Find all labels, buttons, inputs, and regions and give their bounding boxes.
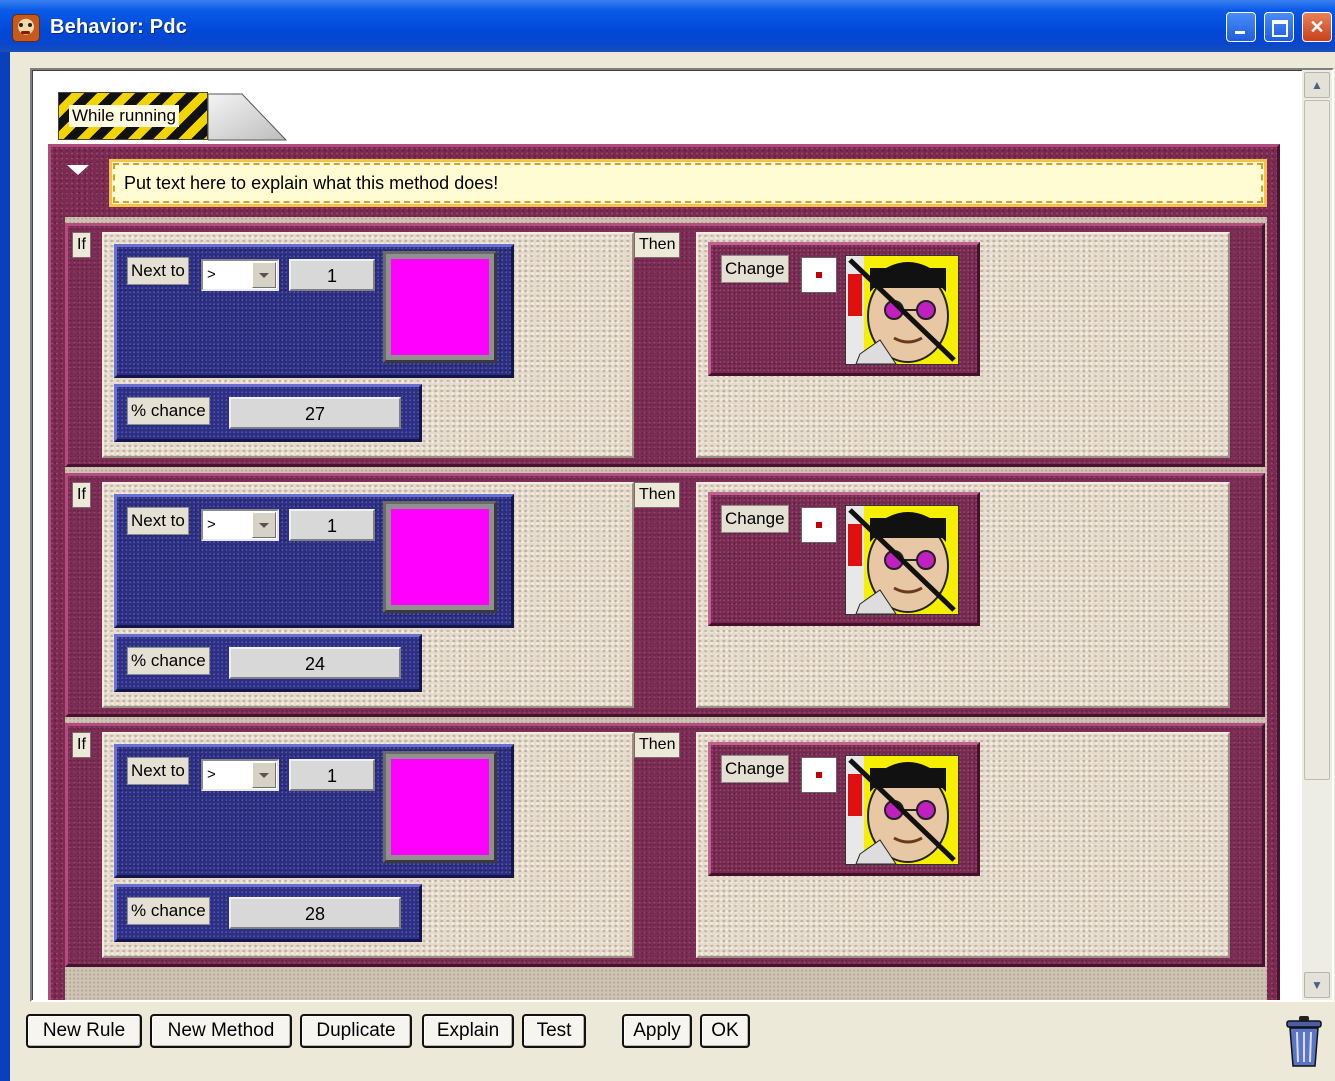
rule[interactable]: If Next to > 1 — [65, 473, 1265, 717]
chance-label: % chance — [127, 897, 210, 925]
rules-list: If Next to > 1 % chance 27 Then Change I… — [65, 217, 1267, 1000]
agent-with-sunglasses-icon[interactable] — [845, 755, 959, 865]
change-action[interactable]: Change — [708, 742, 980, 876]
change-label: Change — [721, 755, 789, 783]
change-label: Change — [721, 255, 789, 283]
duplicate-button[interactable]: Duplicate — [300, 1014, 412, 1048]
chance-condition[interactable]: % chance 27 — [114, 384, 422, 442]
chance-condition[interactable]: % chance 24 — [114, 634, 422, 692]
rule[interactable]: If Next to > 1 — [65, 223, 1265, 467]
ok-button[interactable]: OK — [700, 1014, 750, 1048]
new-rule-button[interactable]: New Rule — [26, 1014, 142, 1048]
then-label: Then — [634, 482, 681, 508]
next-to-condition[interactable]: Next to > 1 — [114, 244, 514, 378]
chevron-down-icon[interactable] — [252, 262, 276, 288]
comparison-value: > — [207, 516, 216, 533]
maximize-button[interactable] — [1264, 12, 1294, 42]
window-client-area: While running Put text here to explain w… — [10, 52, 1335, 1081]
next-to-condition[interactable]: Next to > 1 — [114, 744, 514, 878]
color-swatch[interactable] — [383, 501, 497, 613]
chevron-down-icon[interactable] — [252, 762, 276, 788]
comparison-dropdown[interactable]: > — [201, 259, 279, 291]
trash-can-icon[interactable] — [1284, 1014, 1324, 1068]
chance-field[interactable]: 27 — [229, 397, 401, 429]
then-label: Then — [634, 232, 681, 258]
method-tab[interactable]: While running — [58, 92, 208, 140]
close-button[interactable]: ✕ — [1302, 12, 1332, 42]
next-to-condition[interactable]: Next to > 1 — [114, 494, 514, 628]
chance-field[interactable]: 28 — [229, 897, 401, 929]
vertical-scrollbar[interactable]: ▲ ▼ — [1302, 70, 1332, 1000]
app-icon[interactable] — [12, 14, 40, 42]
window-title: Behavior: Pdc — [50, 16, 188, 38]
agent-with-sunglasses-icon[interactable] — [845, 255, 959, 365]
color-swatch[interactable] — [383, 751, 497, 863]
swatch-fill — [391, 759, 489, 855]
comparison-value: > — [207, 266, 216, 283]
scroll-down-arrow-icon[interactable]: ▼ — [1304, 972, 1330, 998]
neighbor-count-field[interactable]: 1 — [289, 759, 375, 791]
rule[interactable]: If Next to > 1 — [65, 723, 1265, 967]
next-to-label: Next to — [127, 757, 189, 785]
target-point-icon[interactable] — [801, 257, 837, 293]
if-label: If — [72, 732, 91, 758]
method-comment[interactable]: Put text here to explain what this metho… — [109, 159, 1267, 207]
target-point-icon[interactable] — [801, 507, 837, 543]
chevron-down-icon[interactable] — [252, 512, 276, 538]
change-action[interactable]: Change — [708, 242, 980, 376]
method-tab-label: While running — [69, 105, 179, 127]
if-label: If — [72, 232, 91, 258]
minimize-button[interactable] — [1226, 12, 1256, 42]
comparison-value: > — [207, 766, 216, 783]
if-conditions[interactable]: Next to > 1 % — [102, 732, 634, 958]
test-button[interactable]: Test — [522, 1014, 586, 1048]
change-action[interactable]: Change — [708, 492, 980, 626]
behavior-window: Behavior: Pdc ✕ While running Put text h… — [0, 0, 1335, 1081]
comparison-dropdown[interactable]: > — [201, 759, 279, 791]
new-method-button[interactable]: New Method — [150, 1014, 292, 1048]
then-actions[interactable]: Change — [696, 732, 1230, 958]
next-to-label: Next to — [127, 257, 189, 285]
agent-with-sunglasses-icon[interactable] — [845, 505, 959, 615]
scrollbar-thumb[interactable] — [1304, 100, 1330, 780]
swatch-fill — [391, 509, 489, 605]
neighbor-count-field[interactable]: 1 — [289, 509, 375, 541]
explain-button[interactable]: Explain — [422, 1014, 514, 1048]
close-icon: ✕ — [1309, 17, 1325, 37]
comparison-dropdown[interactable]: > — [201, 509, 279, 541]
collapse-arrow-icon[interactable] — [67, 165, 89, 175]
chance-field[interactable]: 24 — [229, 647, 401, 679]
target-point-icon[interactable] — [801, 757, 837, 793]
then-label: Then — [634, 732, 681, 758]
then-actions[interactable]: Change — [696, 232, 1230, 458]
chance-condition[interactable]: % chance 28 — [114, 884, 422, 942]
neighbor-count-field[interactable]: 1 — [289, 259, 375, 291]
swatch-fill — [391, 259, 489, 355]
chance-label: % chance — [127, 647, 210, 675]
color-swatch[interactable] — [383, 251, 497, 363]
next-to-label: Next to — [127, 507, 189, 535]
rules-scroll-area[interactable]: While running Put text here to explain w… — [30, 68, 1334, 1002]
change-label: Change — [721, 505, 789, 533]
if-conditions[interactable]: Next to > 1 % — [102, 482, 634, 708]
apply-button[interactable]: Apply — [622, 1014, 692, 1048]
title-bar[interactable]: Behavior: Pdc ✕ — [0, 0, 1335, 52]
then-actions[interactable]: Change — [696, 482, 1230, 708]
chance-label: % chance — [127, 397, 210, 425]
method-comment-text: Put text here to explain what this metho… — [124, 173, 499, 193]
if-conditions[interactable]: Next to > 1 % — [102, 232, 634, 458]
method-frame: Put text here to explain what this metho… — [48, 144, 1280, 1000]
scroll-up-arrow-icon[interactable]: ▲ — [1304, 72, 1330, 98]
if-label: If — [72, 482, 91, 508]
